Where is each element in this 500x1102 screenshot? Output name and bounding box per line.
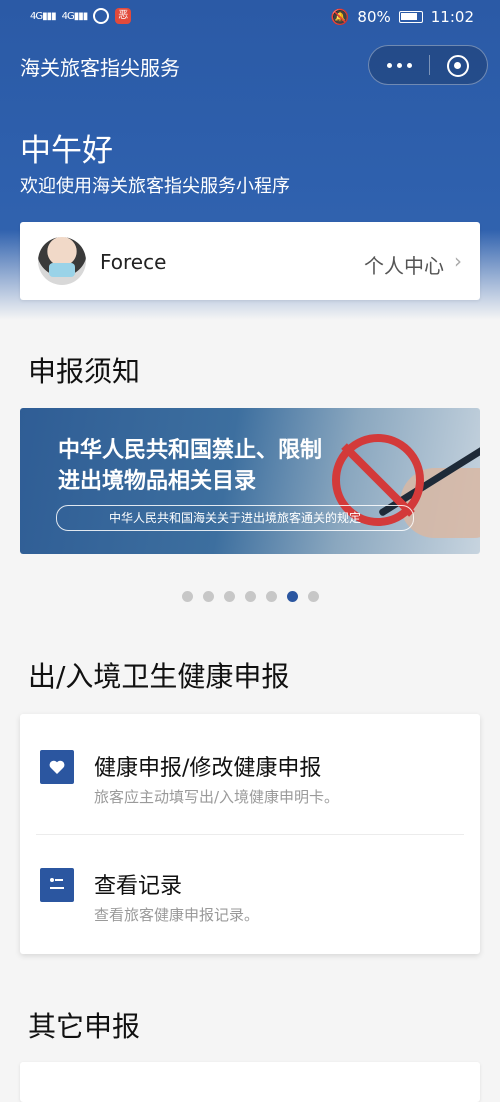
more-button[interactable] xyxy=(387,63,412,68)
view-records-subtitle: 查看旅客健康申报记录。 xyxy=(94,906,260,924)
status-right: 🔕 80% 11:02 xyxy=(331,8,474,26)
mute-icon: 🔕 xyxy=(330,8,350,26)
greeting: 中午好 xyxy=(20,133,113,169)
welcome-text: 欢迎使用海关旅客指尖服务小程序 xyxy=(20,176,290,197)
carousel-dot[interactable] xyxy=(265,591,277,602)
health-declaration-subtitle: 旅客应主动填写出/入境健康申明卡。 xyxy=(94,788,340,806)
list-item-health-declaration[interactable]: 健康申报/修改健康申报 旅客应主动填写出/入境健康申明卡。 xyxy=(20,724,480,834)
section-title-health: 出/入境卫生健康申报 xyxy=(28,660,290,693)
carousel-dot[interactable] xyxy=(244,591,256,602)
carousel-dot[interactable] xyxy=(202,591,214,602)
banner-subtitle: 中华人民共和国海关关于进出境旅客通关的规定 xyxy=(56,505,414,531)
carousel-dot[interactable] xyxy=(286,591,298,602)
battery-percent: 80% xyxy=(357,8,391,26)
status-left: 4G▮▮▮ 4G▮▮▮ 恶 xyxy=(30,8,132,24)
health-card: 健康申报/修改健康申报 旅客应主动填写出/入境健康申明卡。 查看记录 查看旅客健… xyxy=(20,714,480,954)
close-miniprogram-button[interactable] xyxy=(447,55,469,77)
app-badge-icon: 恶 xyxy=(115,8,132,24)
heart-icon xyxy=(40,750,74,784)
signal-icon-2: 4G▮▮▮ xyxy=(61,10,89,22)
capsule-divider xyxy=(429,55,430,75)
username: Forece xyxy=(100,250,167,274)
profile-card[interactable]: Forece 个人中心 › xyxy=(20,222,480,300)
personal-center-link[interactable]: 个人中心 xyxy=(364,250,444,279)
clock: 11:02 xyxy=(430,8,474,26)
carousel-indicator xyxy=(0,591,500,602)
banner-title-line1: 中华人民共和国禁止、限制 xyxy=(58,438,323,463)
list-item-view-records[interactable]: 查看记录 查看旅客健康申报记录。 xyxy=(20,840,480,950)
other-declarations-card[interactable] xyxy=(20,1062,480,1102)
battery-icon xyxy=(398,11,423,23)
signal-icon-1: 4G▮▮▮ xyxy=(30,10,57,22)
divider xyxy=(36,834,464,835)
avatar xyxy=(38,237,86,285)
miniprogram-capsule xyxy=(368,45,488,85)
banner-title-line2: 进出境物品相关目录 xyxy=(58,469,257,494)
nav-title: 海关旅客指尖服务 xyxy=(20,56,180,80)
carousel-dot[interactable] xyxy=(223,591,235,602)
section-title-other: 其它申报 xyxy=(28,1010,141,1043)
notice-banner[interactable]: 中华人民共和国禁止、限制 进出境物品相关目录 中华人民共和国海关关于进出境旅客通… xyxy=(20,408,480,554)
section-title-notice: 申报须知 xyxy=(28,355,141,388)
health-declaration-title: 健康申报/修改健康申报 xyxy=(94,756,322,781)
carousel-dot[interactable] xyxy=(307,591,319,602)
view-records-title: 查看记录 xyxy=(94,874,183,899)
carousel-dot[interactable] xyxy=(181,591,193,602)
chevron-right-icon: › xyxy=(454,249,462,273)
status-bar: 4G▮▮▮ 4G▮▮▮ 恶 🔕 80% 11:02 xyxy=(0,0,500,34)
wechat-icon xyxy=(93,8,110,24)
records-icon xyxy=(40,868,74,902)
